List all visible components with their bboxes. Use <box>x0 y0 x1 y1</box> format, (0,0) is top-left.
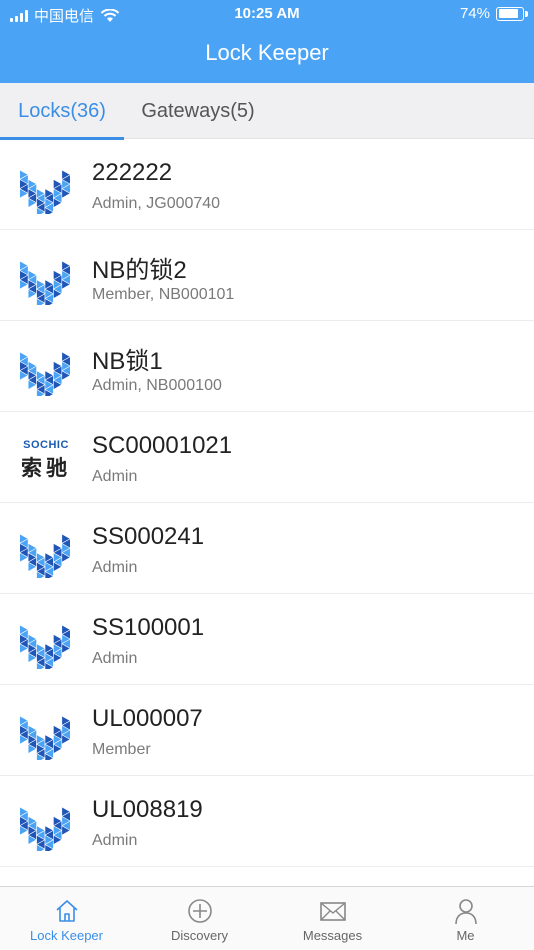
lock-logo-icon <box>19 715 71 760</box>
lock-subtitle: Admin <box>92 832 138 849</box>
lock-row[interactable]: NB锁1 Admin, NB000100 <box>0 321 534 412</box>
lock-row[interactable]: UL000007 Member <box>0 685 534 776</box>
sochic-logo-text-cn: 索驰 <box>21 457 71 480</box>
tabbar-lock-keeper[interactable]: Lock Keeper <box>0 887 133 950</box>
tab-gateways[interactable]: Gateways(5) <box>124 83 272 139</box>
segment-tabs: Locks(36) Gateways(5) <box>0 83 534 140</box>
tabbar-label: Discovery <box>170 928 229 943</box>
bottom-tab-bar: Lock Keeper Discovery Messages Me <box>0 886 534 950</box>
person-icon <box>454 899 477 925</box>
lock-row[interactable]: UL008819 Admin <box>0 776 534 867</box>
lock-logo-icon <box>19 533 71 578</box>
lock-logo-icon <box>19 169 71 214</box>
status-right: 74% <box>459 5 528 22</box>
lock-row[interactable]: 222222 Admin, JG000740 <box>0 139 534 230</box>
tab-locks[interactable]: Locks(36) <box>0 83 124 140</box>
envelope-icon <box>319 902 346 921</box>
status-time: 10:25 AM <box>234 5 300 22</box>
tabbar-me[interactable]: Me <box>399 887 532 950</box>
lock-logo-icon <box>19 260 71 305</box>
lock-name: 222222 <box>92 159 173 186</box>
tabbar-label: Me <box>456 928 475 943</box>
lock-name: SC00001021 <box>92 432 233 459</box>
lock-logo-icon <box>19 624 71 669</box>
lock-row[interactable]: SOCHIC 索驰 SC00001021 Admin <box>0 412 534 503</box>
lock-name: UL000007 <box>92 705 203 732</box>
lock-name: UL008819 <box>92 796 203 823</box>
lock-name: SS100001 <box>92 614 205 641</box>
lock-subtitle: Admin, JG000740 <box>92 195 221 212</box>
page-title: Lock Keeper <box>205 40 329 65</box>
app-header: 中国电信 10:25 AM 74% Lock Keeper <box>0 0 534 83</box>
lock-subtitle: Admin <box>92 559 138 576</box>
home-icon <box>55 900 78 922</box>
lock-logo-icon <box>19 351 71 396</box>
lock-name: SS000241 <box>92 523 205 550</box>
sochic-logo-text: SOCHIC <box>23 439 69 451</box>
lock-row[interactable]: SS100001 Admin <box>0 594 534 685</box>
lock-subtitle: Admin <box>92 468 138 485</box>
status-bar: 中国电信 10:25 AM 74% <box>0 0 534 28</box>
lock-row[interactable]: SS000241 Admin <box>0 503 534 594</box>
tabbar-messages[interactable]: Messages <box>266 887 399 950</box>
sochic-logo: SOCHIC 索驰 <box>15 439 77 482</box>
tabbar-discovery[interactable]: Discovery <box>133 887 266 950</box>
tabbar-label: Messages <box>302 928 363 943</box>
lock-name: NB锁1 <box>92 348 163 375</box>
lock-name: NB的锁2 <box>92 257 187 284</box>
lock-subtitle: Admin, NB000100 <box>92 377 222 394</box>
lock-subtitle: Admin <box>92 650 138 667</box>
lock-list: 222222 Admin, JG000740 NB的锁2 Member, NB0… <box>0 139 534 886</box>
tabbar-label: Lock Keeper <box>30 928 103 943</box>
lock-logo-icon <box>19 806 71 851</box>
battery-percent: 74% <box>459 5 490 22</box>
battery-icon <box>496 6 528 21</box>
lock-subtitle: Member, NB000101 <box>92 286 235 303</box>
lock-row[interactable]: NB的锁2 Member, NB000101 <box>0 230 534 321</box>
plus-circle-icon <box>187 899 212 923</box>
lock-subtitle: Member <box>92 741 151 758</box>
